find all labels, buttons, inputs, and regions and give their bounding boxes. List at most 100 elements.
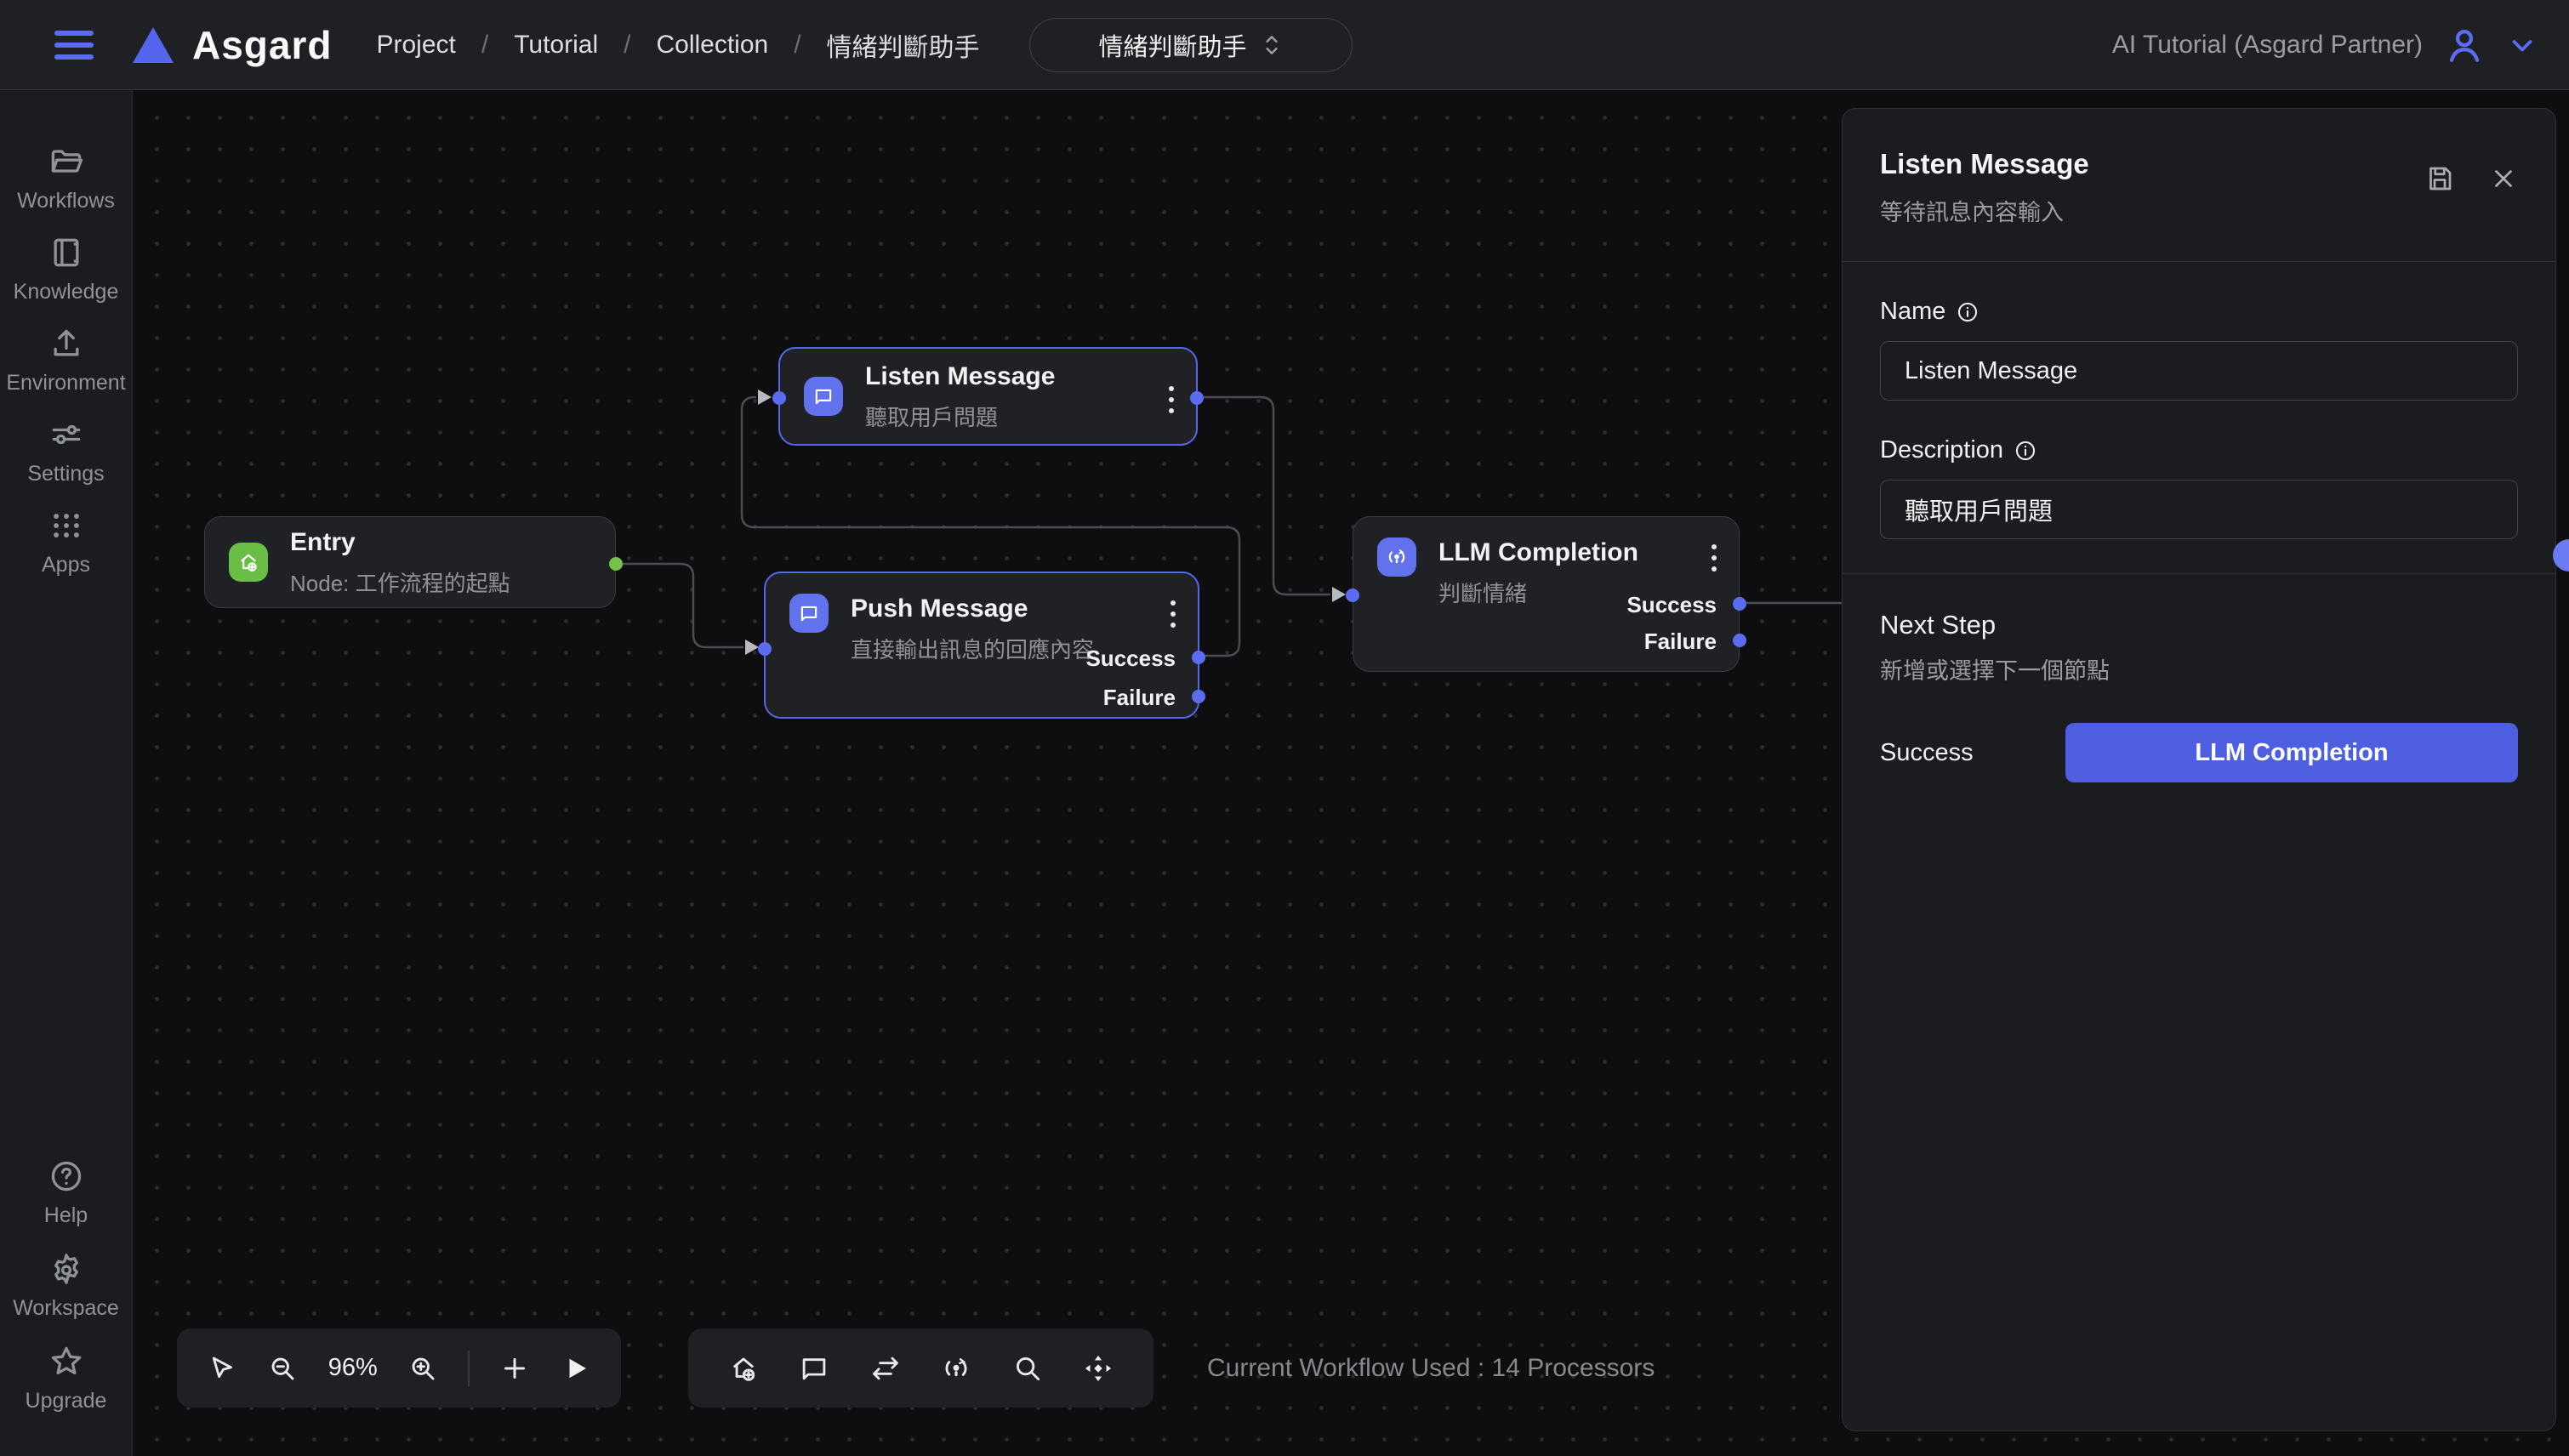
push-input-port[interactable] bbox=[758, 642, 772, 656]
next-node-button[interactable]: LLM Completion bbox=[2065, 723, 2518, 782]
node-entry[interactable]: Entry Node: 工作流程的起點 bbox=[204, 516, 616, 608]
sidebar-item-settings[interactable]: Settings bbox=[0, 412, 132, 490]
close-icon[interactable] bbox=[2489, 164, 2518, 193]
run-workflow-icon[interactable] bbox=[561, 1353, 591, 1384]
push-success-output-port[interactable] bbox=[1192, 651, 1205, 664]
sidebar-item-environment[interactable]: Environment bbox=[0, 321, 132, 399]
sidebar-item-workflows[interactable]: Workflows bbox=[0, 139, 132, 217]
breadcrumb-separator: / bbox=[794, 31, 800, 60]
upload-icon bbox=[48, 325, 85, 362]
workflow-selector[interactable]: 情緒判斷助手 bbox=[1029, 18, 1353, 72]
breadcrumb-tutorial[interactable]: Tutorial bbox=[514, 31, 598, 60]
add-switch-node-icon[interactable] bbox=[869, 1352, 902, 1385]
gear-icon bbox=[48, 1250, 85, 1288]
push-failure-output-port[interactable] bbox=[1192, 690, 1205, 703]
app-window: Asgard Project / Tutorial / Collection /… bbox=[0, 0, 2569, 1456]
panel-header-text: Listen Message 等待訊息內容輸入 bbox=[1880, 148, 2089, 227]
topbar: Asgard Project / Tutorial / Collection /… bbox=[0, 0, 2569, 90]
node-push-message[interactable]: Push Message 直接輸出訊息的回應內容 Success Failure bbox=[764, 572, 1199, 719]
node-title: Listen Message bbox=[865, 361, 1055, 392]
node-title: Push Message bbox=[851, 594, 1094, 624]
next-step-title: Next Step bbox=[1880, 610, 2518, 640]
user-avatar-icon[interactable] bbox=[2443, 24, 2486, 66]
sidebar-item-label: Upgrade bbox=[26, 1389, 107, 1413]
description-input[interactable] bbox=[1880, 480, 2518, 539]
add-entry-node-icon[interactable] bbox=[727, 1352, 760, 1385]
save-icon[interactable] bbox=[2424, 163, 2455, 194]
account-chevron-down-icon[interactable] bbox=[2506, 29, 2538, 61]
zoom-out-icon[interactable] bbox=[267, 1353, 298, 1384]
sidebar-item-label: Workspace bbox=[13, 1296, 119, 1321]
next-step-hint: 新增或選擇下一個節點 bbox=[1880, 652, 2518, 685]
panel-title: Listen Message bbox=[1880, 148, 2089, 180]
panel-subtitle: 等待訊息內容輸入 bbox=[1880, 194, 2089, 227]
apps-grid-icon bbox=[48, 507, 85, 544]
sidebar-footer-group: Help Workspace Upgrade bbox=[0, 1154, 132, 1456]
llm-failure-output-port[interactable] bbox=[1733, 634, 1746, 647]
breadcrumb-project[interactable]: Project bbox=[376, 31, 455, 60]
add-llm-node-icon[interactable] bbox=[940, 1352, 972, 1385]
sidebar-item-help[interactable]: Help bbox=[0, 1154, 132, 1231]
output-label-success: Success bbox=[1085, 646, 1176, 672]
info-icon bbox=[1956, 300, 1979, 324]
sidebar-item-workspace[interactable]: Workspace bbox=[0, 1247, 132, 1324]
node-subtitle: Node: 工作流程的起點 bbox=[290, 566, 510, 598]
canvas-zoom-toolbar: 96% bbox=[177, 1328, 621, 1408]
sidebar-item-label: Environment bbox=[6, 371, 125, 395]
breadcrumb-separator: / bbox=[481, 31, 488, 60]
sliders-icon bbox=[48, 416, 85, 453]
node-text: Entry Node: 工作流程的起點 bbox=[290, 527, 510, 598]
app-logo: Asgard bbox=[133, 22, 332, 68]
panel-divider bbox=[1843, 261, 2555, 262]
selector-chevrons-icon bbox=[1261, 31, 1283, 59]
sidebar-item-label: Apps bbox=[42, 553, 90, 577]
node-listen-message[interactable]: Listen Message 聽取用戶問題 bbox=[778, 347, 1198, 446]
hamburger-menu-icon[interactable] bbox=[54, 31, 94, 60]
node-subtitle: 聽取用戶問題 bbox=[865, 401, 1055, 432]
cursor-tool-icon[interactable] bbox=[207, 1353, 237, 1384]
zoom-in-icon[interactable] bbox=[407, 1353, 438, 1384]
node-menu-kebab-icon[interactable] bbox=[1169, 386, 1174, 413]
book-icon bbox=[48, 234, 85, 271]
breadcrumb-workflow[interactable]: 情緒判斷助手 bbox=[827, 26, 980, 64]
node-menu-kebab-icon[interactable] bbox=[1171, 600, 1176, 628]
sidebar-item-label: Settings bbox=[27, 462, 104, 486]
move-fit-view-icon[interactable] bbox=[1082, 1352, 1114, 1385]
description-label-text: Description bbox=[1880, 436, 2003, 464]
description-field-label: Description bbox=[1880, 436, 2518, 464]
llm-bulb-refresh-icon bbox=[1377, 537, 1416, 577]
sidebar-item-label: Help bbox=[44, 1203, 88, 1228]
output-label-failure: Failure bbox=[1644, 628, 1717, 655]
listen-input-port[interactable] bbox=[772, 391, 786, 405]
sidebar-item-label: Workflows bbox=[17, 189, 115, 213]
sidebar-item-knowledge[interactable]: Knowledge bbox=[0, 230, 132, 308]
sidebar-item-apps[interactable]: Apps bbox=[0, 503, 132, 581]
toolbar-divider bbox=[468, 1351, 470, 1386]
node-config-panel: Listen Message 等待訊息內容輸入 Name bbox=[1842, 108, 2556, 1431]
panel-header: Listen Message 等待訊息內容輸入 bbox=[1880, 148, 2518, 227]
node-llm-completion[interactable]: LLM Completion 判斷情緒 Success Failure bbox=[1353, 516, 1740, 672]
help-icon bbox=[48, 1157, 85, 1195]
add-node-icon[interactable] bbox=[499, 1353, 530, 1384]
entry-output-port[interactable] bbox=[609, 557, 623, 571]
breadcrumb-collection[interactable]: Collection bbox=[656, 31, 768, 60]
panel-divider bbox=[1843, 573, 2555, 574]
name-input[interactable] bbox=[1880, 341, 2518, 401]
listen-output-port[interactable] bbox=[1190, 391, 1204, 405]
add-message-node-icon[interactable] bbox=[798, 1352, 830, 1385]
node-text: Push Message 直接輸出訊息的回應內容 bbox=[851, 594, 1094, 664]
search-icon[interactable] bbox=[1011, 1352, 1044, 1385]
zoom-level-value[interactable]: 96% bbox=[328, 1354, 378, 1382]
llm-success-output-port[interactable] bbox=[1733, 597, 1746, 611]
success-port-label: Success bbox=[1880, 739, 1974, 767]
folder-icon bbox=[48, 143, 85, 180]
logo-triangle-icon bbox=[133, 27, 174, 63]
workflow-usage-status: Current Workflow Used : 14 Processors bbox=[1207, 1328, 1655, 1408]
node-menu-kebab-icon[interactable] bbox=[1712, 544, 1717, 572]
sidebar-item-label: Knowledge bbox=[14, 280, 119, 304]
node-title: Entry bbox=[290, 527, 510, 558]
workflow-selector-value: 情緒判斷助手 bbox=[1099, 27, 1247, 63]
star-icon bbox=[48, 1343, 85, 1380]
sidebar-item-upgrade[interactable]: Upgrade bbox=[0, 1339, 132, 1417]
llm-input-port[interactable] bbox=[1346, 589, 1359, 602]
